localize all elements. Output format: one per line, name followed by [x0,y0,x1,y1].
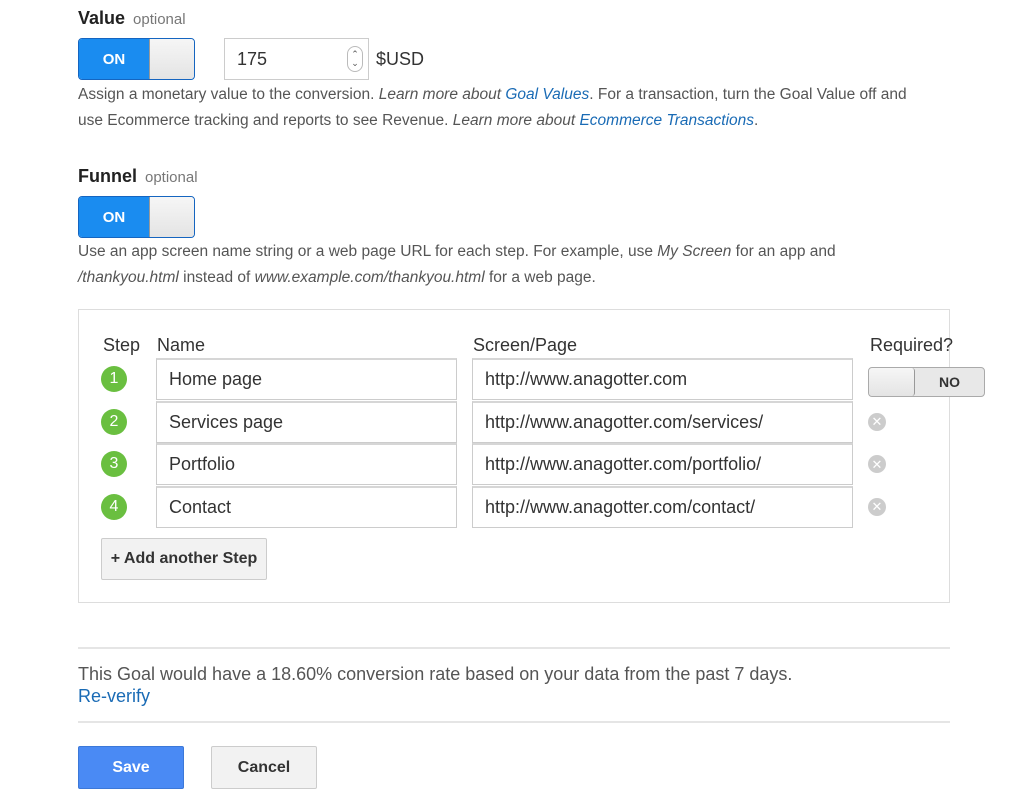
goal-values-link[interactable]: Goal Values [505,86,589,103]
required-toggle-knob[interactable] [869,368,915,396]
goal-value[interactable]: 175 [237,49,347,70]
value-title: Value [78,8,126,28]
value-help-learn1: Learn more about [378,86,506,103]
value-help-text: Assign a monetary value to the conversio… [78,82,978,134]
funnel-section-header: Funnel optional [78,166,198,187]
funnel-help-example2: /thankyou.html [78,269,179,286]
step-screen-input[interactable]: http://www.anagotter.com/portfolio/ [472,443,853,485]
funnel-help-part3: instead of [178,269,255,286]
step-name-input[interactable]: Contact [156,485,457,528]
funnel-optional-label: optional [145,169,198,186]
column-header-required: Required? [870,335,954,355]
funnel-help-part4: for a web page. [484,269,596,286]
step-name-input[interactable]: Home page [156,358,457,400]
column-header-screen: Screen/Page [473,335,578,355]
value-section-header: Value optional [78,8,186,29]
value-help-part3: use Ecommerce tracking and reports to se… [78,112,453,129]
save-button[interactable]: Save [78,746,184,789]
divider-top [78,647,950,649]
goal-value-input[interactable]: 175 ⌃ ⌄ [224,38,369,80]
step-number-badge: 2 [101,408,127,435]
number-spinner-icon[interactable]: ⌃ ⌄ [347,46,363,72]
spin-down-icon[interactable]: ⌄ [351,59,359,68]
step-screen-input[interactable]: http://www.anagotter.com [472,358,853,400]
divider-bottom [78,721,950,723]
funnel-toggle[interactable]: ON [78,196,195,238]
funnel-toggle-knob[interactable] [149,197,194,237]
required-toggle[interactable]: NO [868,367,985,397]
required-toggle-label: NO [939,374,960,390]
cancel-button[interactable]: Cancel [211,746,317,789]
remove-step-icon[interactable]: ✕ [868,497,886,516]
step-name-input[interactable]: Services page [156,400,457,443]
currency-label: $USD [376,49,425,69]
add-step-button[interactable]: + Add another Step [101,538,267,580]
step-number-badge: 1 [101,366,127,392]
funnel-help-example1: My Screen [657,243,732,260]
funnel-help-example3: www.example.com/thankyou.html [254,269,485,286]
value-toggle-on-label: ON [79,39,149,79]
value-toggle[interactable]: ON [78,38,195,80]
funnel-help-part2: for an app and [731,243,836,260]
conversion-rate-text: This Goal would have a 18.60% conversion… [78,664,793,684]
value-help-learn2: Learn more about [452,112,580,129]
remove-step-icon[interactable]: ✕ [868,455,886,473]
value-help-part2: . For a transaction, turn the Goal Value… [589,86,907,103]
funnel-title: Funnel [78,166,137,186]
column-header-step: Step [103,335,141,355]
step-number-badge: 4 [101,493,127,520]
funnel-help-part1: Use an app screen name string or a web p… [78,243,658,260]
value-help-part1: Assign a monetary value to the conversio… [78,86,379,103]
funnel-help-text: Use an app screen name string or a web p… [78,239,978,291]
funnel-toggle-on-label: ON [79,197,149,237]
ecommerce-transactions-link[interactable]: Ecommerce Transactions [579,112,754,129]
column-header-name: Name [157,335,206,355]
step-number-badge: 3 [101,451,127,477]
step-screen-input[interactable]: http://www.anagotter.com/contact/ [472,485,853,528]
value-toggle-knob[interactable] [149,39,194,79]
value-help-part4: . [754,112,759,129]
step-name-input[interactable]: Portfolio [156,443,457,485]
value-optional-label: optional [133,11,186,28]
remove-step-icon[interactable]: ✕ [868,412,886,431]
step-screen-input[interactable]: http://www.anagotter.com/services/ [472,400,853,443]
reverify-link[interactable]: Re-verify [78,686,150,707]
